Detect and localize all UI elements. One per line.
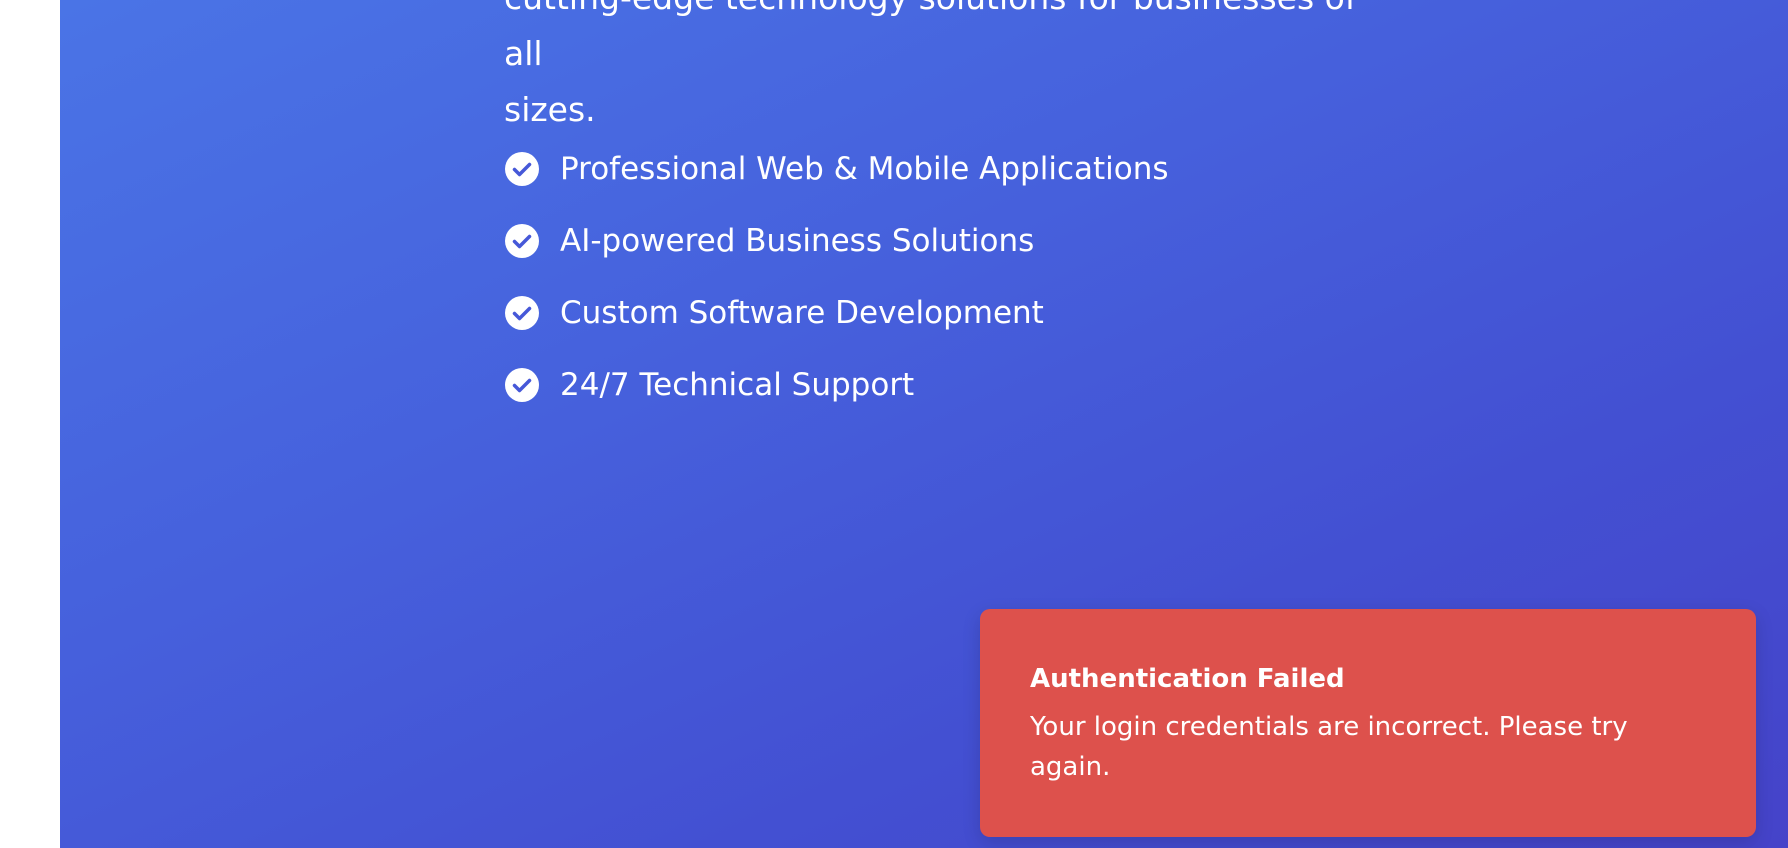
feature-label: Custom Software Development xyxy=(560,295,1044,331)
feature-item: 24/7 Technical Support xyxy=(504,349,1169,421)
feature-item: AI-powered Business Solutions xyxy=(504,205,1169,277)
left-white-strip xyxy=(0,0,60,848)
check-circle-icon xyxy=(505,296,539,330)
check-circle-icon xyxy=(505,224,539,258)
check-circle-icon xyxy=(505,368,539,402)
toast-title: Authentication Failed xyxy=(1030,664,1345,694)
page: cutting-edge technology solutions for bu… xyxy=(0,0,1788,848)
error-toast[interactable]: Authentication Failed Your login credent… xyxy=(980,609,1756,837)
hero-description-line-2: sizes. xyxy=(504,90,596,129)
hero-description-line-1: cutting-edge technology solutions for bu… xyxy=(504,0,1356,73)
feature-label: Professional Web & Mobile Applications xyxy=(560,151,1169,187)
feature-list: Professional Web & Mobile Applications A… xyxy=(504,133,1169,421)
hero-description: cutting-edge technology solutions for bu… xyxy=(504,0,1404,138)
feature-label: 24/7 Technical Support xyxy=(560,367,915,403)
check-circle-icon xyxy=(505,152,539,186)
feature-item: Custom Software Development xyxy=(504,277,1169,349)
feature-label: AI-powered Business Solutions xyxy=(560,223,1035,259)
toast-message: Your login credentials are incorrect. Pl… xyxy=(1030,712,1628,782)
feature-item: Professional Web & Mobile Applications xyxy=(504,133,1169,205)
